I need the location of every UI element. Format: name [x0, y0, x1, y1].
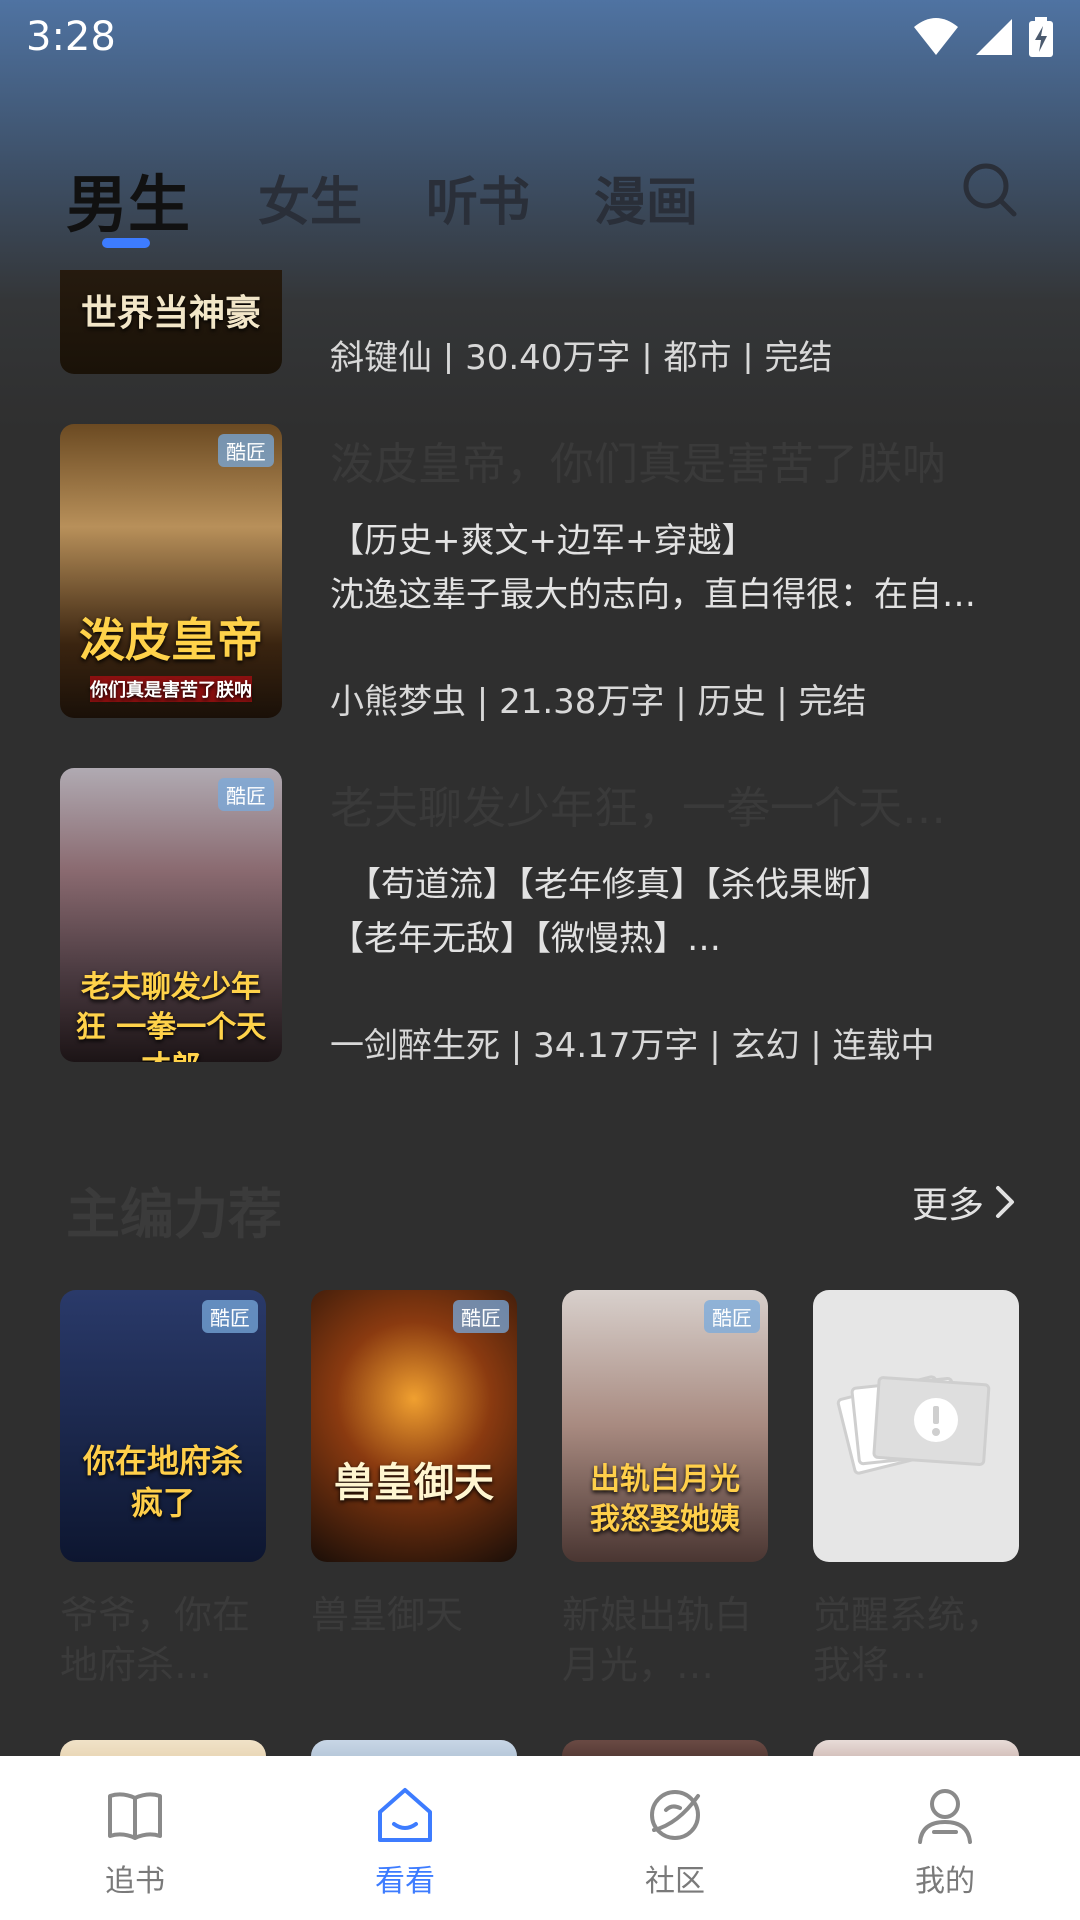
book-desc-line: 【苟道流】【老年修真】【杀伐果断】	[330, 865, 891, 905]
book-cover: 世界当神豪	[60, 270, 282, 374]
wifi-icon	[914, 18, 958, 55]
nav-label: 我的	[915, 1864, 975, 1899]
grid-cover-placeholder	[813, 1290, 1019, 1562]
nav-label: 看看	[375, 1864, 435, 1899]
grid-book[interactable]: 觉醒系统，我将…	[813, 1290, 1019, 1690]
search-icon	[963, 163, 1017, 217]
grid-cover: 酷匠 兽皇御天	[311, 1290, 517, 1562]
book-icon	[108, 1792, 162, 1840]
cover-badge: 酷匠	[202, 1300, 258, 1333]
nav-item-browse[interactable]: 看看	[270, 1756, 540, 1920]
cover-title: 世界当神豪	[80, 292, 261, 334]
image-placeholder-icon	[836, 1375, 991, 1475]
book-meta: 一剑醉生死 | 34.17万字 | 玄幻 | 连载中	[330, 1026, 935, 1066]
tab-female[interactable]: 女生	[258, 160, 362, 235]
tab-comics[interactable]: 漫画	[594, 160, 698, 235]
tab-audiobook[interactable]: 听书	[426, 160, 530, 235]
nav-item-shelf[interactable]: 追书	[0, 1756, 270, 1920]
grid-book[interactable]: 酷匠 兽皇御天 兽皇御天	[311, 1290, 517, 1690]
cover-title: 老夫聊发少年狂 一拳一个天才郎	[75, 970, 267, 1062]
book-desc: 【历史+爽文+边军+穿越】 沈逸这辈子最大的志向，直白得很：在自…	[330, 514, 1020, 622]
nav-label: 社区	[645, 1864, 705, 1899]
tab-male[interactable]: 男生	[66, 154, 190, 244]
home-icon	[378, 1788, 432, 1842]
search-button[interactable]	[960, 160, 1020, 220]
signal-icon	[976, 19, 1012, 55]
book-cover: 酷匠 老夫聊发少年狂 一拳一个天才郎	[60, 768, 282, 1062]
book-desc-line: 沈逸这辈子最大的志向，直白得很：在自…	[330, 575, 976, 615]
book-meta: 小熊梦虫 | 21.38万字 | 历史 | 完结	[330, 682, 867, 722]
grid-title: 爷爷，你在地府杀…	[60, 1593, 251, 1687]
section-title: 主编力荐	[66, 1182, 282, 1246]
book-title: 老夫聊发少年狂，一拳一个天…	[330, 783, 946, 834]
grid-title: 兽皇御天	[311, 1593, 464, 1637]
list-item[interactable]: 世界当神豪 斜键仙 | 30.40万字 | 都市 | 完结	[60, 270, 1030, 374]
cover-title: 你在地府杀疯了	[82, 1442, 243, 1522]
book-desc-line: 【老年无敌】【微慢热】…	[330, 919, 721, 959]
book-desc-line: 【历史+爽文+边军+穿越】	[330, 521, 756, 561]
cover-badge: 酷匠	[218, 434, 274, 467]
nav-item-community[interactable]: 社区	[540, 1756, 810, 1920]
battery-icon	[1029, 17, 1053, 57]
grid-book[interactable]: 酷匠 出轨白月光 我怒娶她姨 新娘出轨白月光，…	[562, 1290, 768, 1690]
book-desc: 【苟道流】【老年修真】【杀伐果断】 【老年无敌】【微慢热】…	[330, 858, 1020, 966]
list-item[interactable]: 酷匠 泼皮皇帝 你们真是害苦了朕呐 泼皮皇帝，你们真是害苦了朕呐 【历史+爽文+…	[60, 424, 1030, 722]
cover-title: 兽皇御天	[334, 1459, 494, 1506]
cover-title: 泼皮皇帝	[79, 613, 263, 667]
more-label: 更多	[912, 1185, 985, 1226]
more-link[interactable]: 更多	[912, 1176, 1016, 1228]
book-meta: 斜键仙 | 30.40万字 | 都市 | 完结	[330, 338, 833, 374]
cover-badge: 酷匠	[453, 1300, 509, 1333]
chevron-right-icon	[996, 1186, 1015, 1218]
profile-icon	[918, 1789, 972, 1844]
grid-title: 新娘出轨白月光，…	[562, 1593, 753, 1687]
community-icon	[650, 1790, 700, 1840]
grid-cover: 酷匠 你在地府杀疯了	[60, 1290, 266, 1562]
book-cover: 酷匠 泼皮皇帝 你们真是害苦了朕呐	[60, 424, 282, 718]
grid-cover: 酷匠 出轨白月光 我怒娶她姨	[562, 1290, 768, 1562]
grid-book[interactable]: 酷匠 你在地府杀疯了 爷爷，你在地府杀…	[60, 1290, 266, 1690]
status-time: 3:28	[26, 14, 116, 60]
cover-subtitle: 你们真是害苦了朕呐	[90, 676, 252, 702]
status-bar: 3:28	[0, 0, 1080, 74]
grid-title: 觉醒系统，我将…	[813, 1593, 1004, 1687]
bottom-nav: 追书 看看 社区 我的	[0, 1756, 1080, 1920]
tab-indicator	[102, 238, 150, 248]
list-item[interactable]: 酷匠 老夫聊发少年狂 一拳一个天才郎 老夫聊发少年狂，一拳一个天… 【苟道流】【…	[60, 768, 1030, 1066]
nav-label: 追书	[105, 1864, 165, 1899]
cover-badge: 酷匠	[218, 778, 274, 811]
cover-title: 出轨白月光 我怒娶她姨	[590, 1462, 740, 1537]
status-icons	[912, 17, 1054, 57]
cover-badge: 酷匠	[704, 1300, 760, 1333]
book-title: 泼皮皇帝，你们真是害苦了朕呐	[330, 439, 946, 490]
top-tabs: 男生 女生 听书 漫画	[0, 130, 1080, 270]
nav-item-profile[interactable]: 我的	[810, 1756, 1080, 1920]
